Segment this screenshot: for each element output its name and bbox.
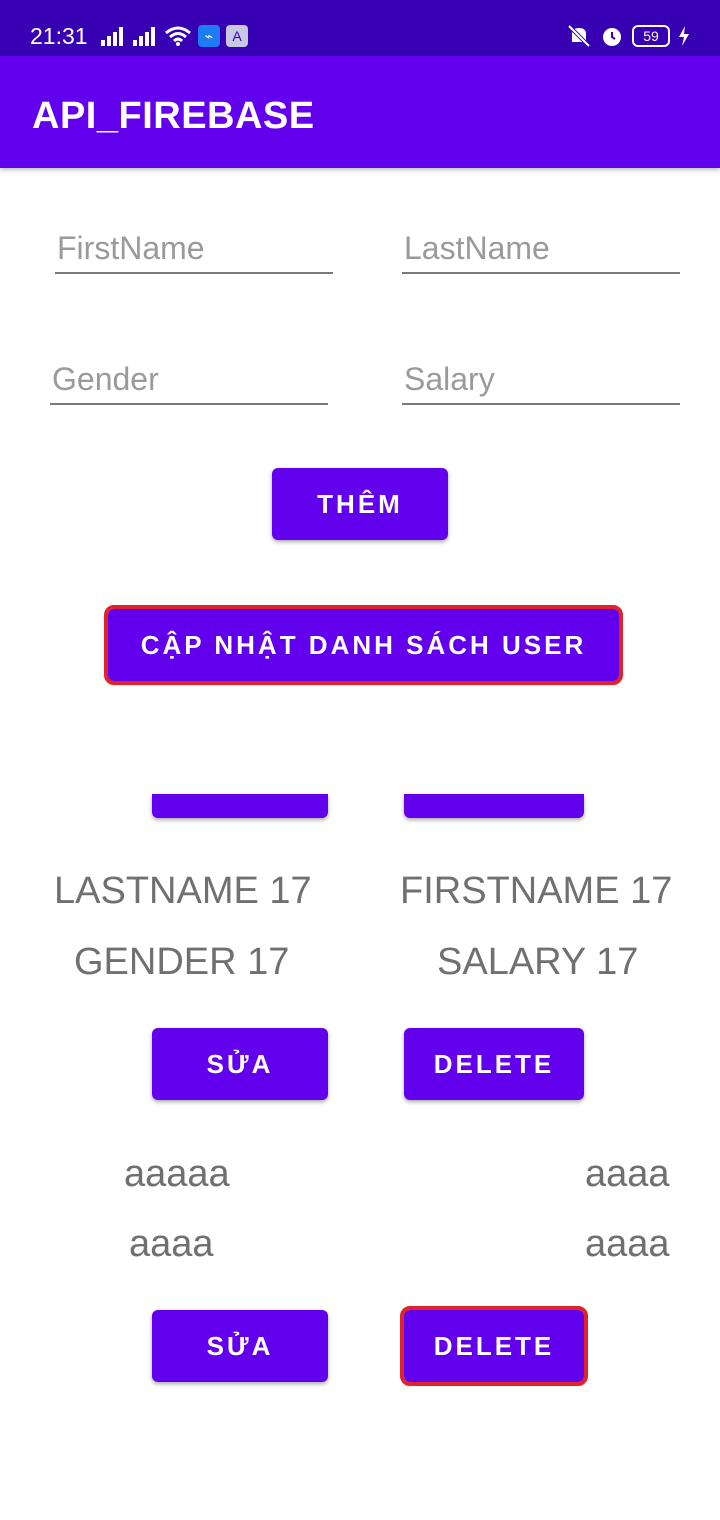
first-name-input[interactable]: FirstName [55, 228, 333, 274]
battery-icon: 59 [632, 25, 670, 47]
user-gender: GENDER 17 [74, 941, 290, 983]
app-bar: API_FIREBASE [0, 56, 720, 168]
user-last-name: aaaaa [124, 1153, 230, 1195]
user-salary: aaaa [585, 1223, 670, 1265]
signal-icon [101, 27, 123, 46]
edit-button-clipped[interactable] [152, 794, 328, 818]
user-salary: SALARY 17 [437, 941, 639, 983]
status-right-icons: 59 [566, 22, 690, 50]
gender-input[interactable]: Gender [50, 359, 328, 405]
signal-icon [133, 27, 155, 46]
app-title: API_FIREBASE [32, 95, 315, 137]
status-left-icons: ⌁ A [100, 22, 248, 50]
status-time: 21:31 [30, 23, 88, 49]
user-first-name: aaaa [585, 1153, 670, 1195]
salary-input[interactable]: Salary [402, 359, 680, 405]
app-store-icon: A [226, 25, 248, 47]
user-last-name: LASTNAME 17 [54, 870, 312, 912]
delete-button-clipped[interactable] [404, 794, 584, 818]
delete-button[interactable]: DELETE [404, 1028, 584, 1100]
delete-button[interactable]: DELETE [400, 1306, 588, 1386]
add-user-button[interactable]: THÊM [272, 468, 448, 540]
usb-icon: ⌁ [198, 25, 220, 47]
wifi-icon [165, 26, 191, 46]
refresh-user-list-button[interactable]: CẬP NHẬT DANH SÁCH USER [104, 605, 623, 685]
edit-button[interactable]: SỬA [152, 1028, 328, 1100]
alarm-icon [603, 28, 621, 46]
edit-button[interactable]: SỬA [152, 1310, 328, 1382]
charging-icon [679, 26, 689, 46]
last-name-input[interactable]: LastName [402, 228, 680, 274]
user-gender: aaaa [129, 1223, 214, 1265]
mute-vibrate-icon [567, 24, 591, 48]
status-bar: 21:31 ⌁ A 59 [0, 0, 720, 56]
user-first-name: FIRSTNAME 17 [400, 870, 673, 912]
